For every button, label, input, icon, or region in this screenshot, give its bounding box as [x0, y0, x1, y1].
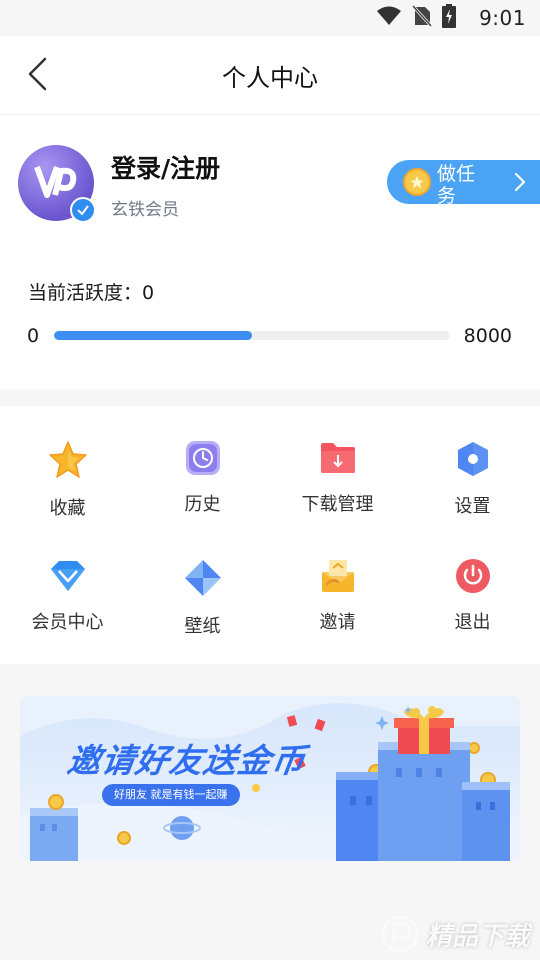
- page-title: 个人中心: [222, 64, 318, 92]
- menu-grid: 收藏 历史 下载管理 设置 会员中心 壁纸 邀请 退出: [0, 406, 540, 664]
- login-register-link[interactable]: 登录/注册: [111, 149, 220, 185]
- watermark: 精品下载: [380, 914, 530, 954]
- progress-max: 8000: [463, 325, 512, 347]
- menu-label: 历史: [184, 494, 221, 515]
- download-folder-icon: [318, 440, 358, 476]
- menu-item-settings[interactable]: 设置: [405, 406, 540, 517]
- menu-item-favorites[interactable]: 收藏: [0, 406, 135, 519]
- progress-min: 0: [27, 325, 40, 347]
- menu-label: 设置: [454, 496, 491, 517]
- menu-label: 下载管理: [301, 494, 374, 515]
- menu-item-invite[interactable]: 邀请: [270, 524, 405, 634]
- status-icons: [376, 4, 456, 32]
- menu-item-logout[interactable]: 退出: [405, 524, 540, 634]
- invite-banner[interactable]: 邀请好友送金币 好朋友 就是有钱一起赚: [20, 696, 520, 861]
- menu-item-wallpaper[interactable]: 壁纸: [135, 524, 270, 637]
- vp-logo-icon: [34, 165, 77, 198]
- wallpaper-icon: [183, 558, 223, 598]
- coin-icon: [403, 168, 431, 196]
- watermark-text: 精品下载: [425, 921, 530, 952]
- watermark-logo-icon: [381, 915, 419, 953]
- menu-label: 壁纸: [184, 616, 221, 637]
- battery-charging-icon: [442, 4, 456, 32]
- menu-item-history[interactable]: 历史: [135, 406, 270, 516]
- task-button-label: 做任务: [437, 163, 476, 204]
- menu-label: 邀请: [319, 612, 356, 633]
- menu-label: 会员中心: [31, 612, 104, 633]
- no-sim-icon: [411, 4, 433, 31]
- menu-label: 退出: [454, 612, 491, 633]
- menu-item-member-center[interactable]: 会员中心: [0, 524, 135, 634]
- profile-card: 登录/注册 玄铁会员 做任务 当前活跃度：0 0 8000: [0, 115, 540, 390]
- settings-hexagon-icon: [453, 440, 493, 478]
- menu-item-download-manager[interactable]: 下载管理: [270, 406, 405, 516]
- header: 个人中心: [0, 36, 540, 115]
- clock-icon: [183, 440, 223, 476]
- banner-subtitle: 好朋友 就是有钱一起赚: [102, 784, 240, 806]
- activity-progress-fill: [54, 331, 252, 340]
- wifi-icon: [376, 5, 402, 31]
- task-button[interactable]: 做任务: [387, 160, 540, 204]
- invite-icon: [318, 558, 358, 594]
- chevron-right-icon: [514, 172, 526, 192]
- screen: 9:01 个人中心 登录/注册 玄铁会员 做任务 当前活跃度：0 0 8000 …: [0, 0, 540, 960]
- diamond-icon: [48, 558, 88, 594]
- star-icon: [48, 440, 88, 480]
- banner-title: 邀请好友送金币: [64, 741, 309, 780]
- activity-progress-bar: [54, 331, 450, 340]
- menu-label: 收藏: [49, 498, 86, 519]
- member-level: 玄铁会员: [111, 200, 179, 220]
- power-icon: [453, 558, 493, 594]
- status-bar: 9:01: [0, 0, 540, 36]
- verified-badge-icon: [70, 197, 96, 223]
- activity-label: 当前活跃度：0: [28, 282, 155, 304]
- status-time: 9:01: [479, 6, 526, 30]
